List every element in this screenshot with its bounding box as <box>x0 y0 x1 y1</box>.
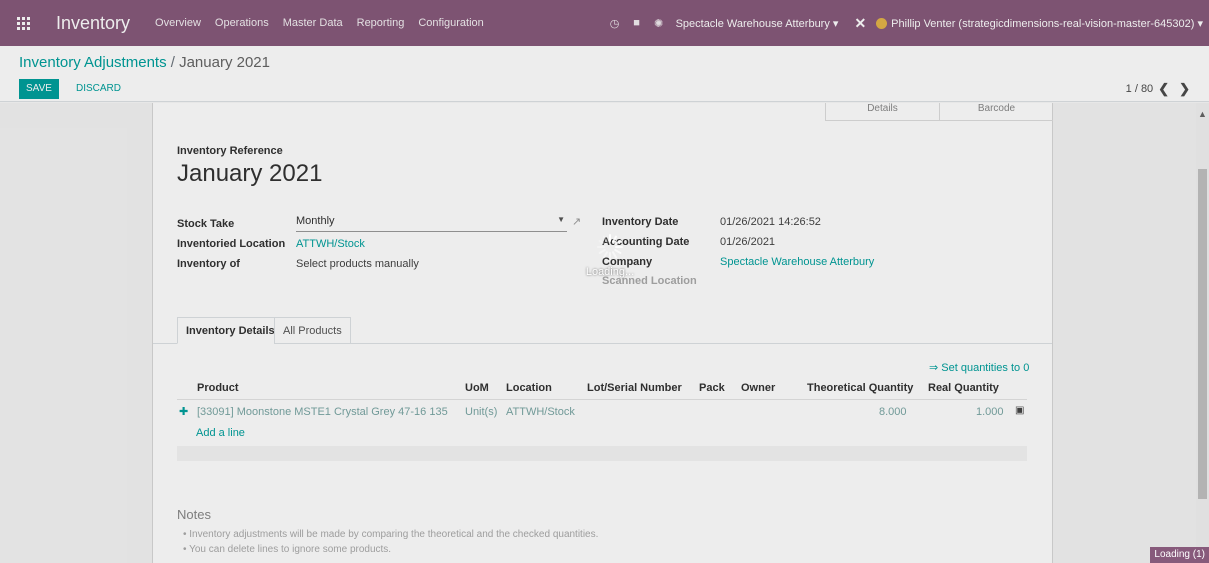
loading-badge: Loading (1) <box>1150 547 1209 563</box>
loading-text: Loading... <box>585 266 635 278</box>
spinner-icon <box>595 232 625 262</box>
loading-indicator: Loading... <box>580 232 640 278</box>
loading-overlay: Loading... Loading (1) <box>0 0 1209 563</box>
